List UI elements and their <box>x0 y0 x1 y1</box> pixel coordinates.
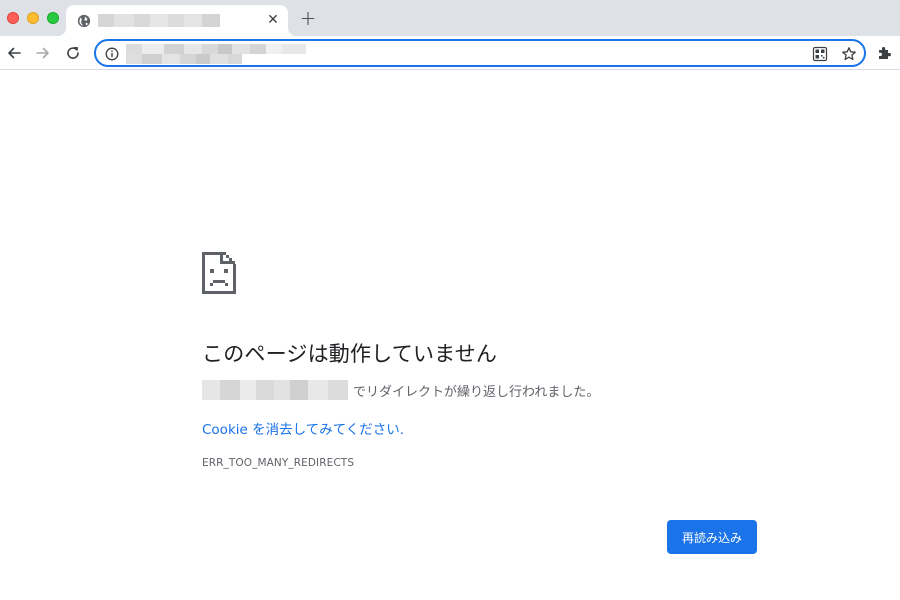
new-tab-button[interactable]: + <box>298 8 318 28</box>
arrow-left-icon <box>8 47 21 59</box>
active-tab[interactable]: ✕ <box>66 5 288 36</box>
reload-page-button[interactable] <box>62 42 84 64</box>
reload-button[interactable]: 再読み込み <box>667 520 757 554</box>
zoom-window-button[interactable] <box>47 12 59 24</box>
tab-title-redacted <box>98 14 286 27</box>
sad-page-icon <box>202 252 236 294</box>
tab-strip: ✕ + <box>0 0 900 36</box>
globe-icon <box>77 13 91 28</box>
error-headline: このページは動作していません <box>202 342 498 366</box>
info-icon[interactable] <box>105 46 119 61</box>
address-bar[interactable] <box>94 39 866 67</box>
forward-button[interactable] <box>32 42 54 64</box>
redirect-detail-text: でリダイレクトが繰り返し行われました。 <box>353 385 600 400</box>
minimize-window-button[interactable] <box>27 12 39 24</box>
star-icon[interactable] <box>841 46 857 62</box>
arrow-right-icon <box>36 47 49 59</box>
puzzle-icon[interactable] <box>876 45 892 61</box>
hostname-redacted <box>202 380 348 400</box>
clear-cookies-link[interactable]: Cookie を消去してみてください. <box>202 418 404 438</box>
redirect-detail: でリダイレクトが繰り返し行われました。 <box>202 380 762 400</box>
reload-icon <box>67 46 79 59</box>
qr-code-icon[interactable] <box>812 46 828 62</box>
error-code: ERR_TOO_MANY_REDIRECTS <box>202 457 355 469</box>
browser-window: ✕ + このページは動作していません でリダイレクトが繰り返し行われました。 C… <box>0 0 900 600</box>
close-tab-button[interactable]: ✕ <box>264 11 282 29</box>
browser-toolbar <box>0 36 900 70</box>
back-button[interactable] <box>3 42 25 64</box>
close-window-button[interactable] <box>7 12 19 24</box>
url-redacted <box>126 44 306 64</box>
